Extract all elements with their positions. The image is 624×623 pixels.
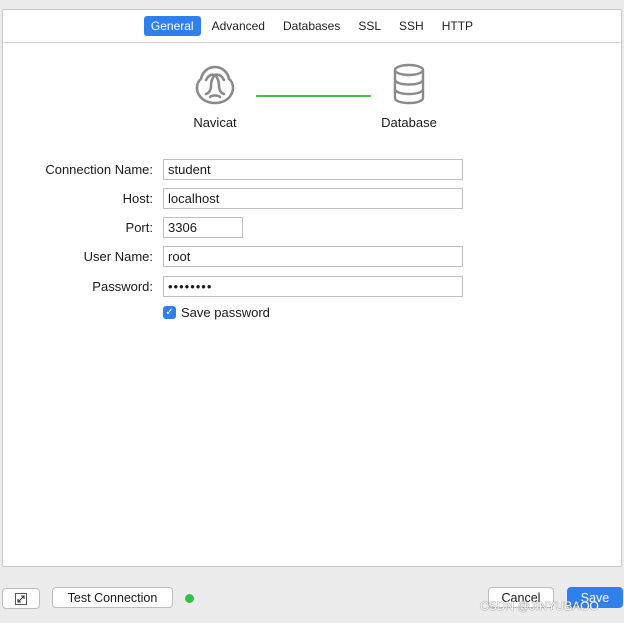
tab-ssh[interactable]: SSH — [392, 16, 431, 36]
expand-button[interactable] — [2, 588, 40, 609]
connection-name-row: Connection Name: — [3, 159, 621, 181]
user-name-input[interactable] — [163, 246, 463, 267]
port-row: Port: — [3, 217, 621, 239]
connection-name-input[interactable] — [163, 159, 463, 180]
user-name-label: User Name: — [83, 249, 153, 264]
connection-panel: General Advanced Databases SSL SSH HTTP … — [2, 9, 622, 567]
tab-advanced[interactable]: Advanced — [205, 16, 272, 36]
password-input[interactable] — [163, 276, 463, 297]
host-label: Host: — [122, 191, 153, 206]
tab-http[interactable]: HTTP — [435, 16, 480, 36]
navicat-node: Navicat — [165, 62, 265, 130]
cancel-button[interactable]: Cancel — [488, 587, 554, 608]
navicat-label: Navicat — [193, 115, 237, 130]
connection-name-label: Connection Name: — [45, 162, 153, 177]
save-button[interactable]: Save — [567, 587, 623, 608]
connection-status-indicator — [185, 594, 194, 603]
tab-ssl[interactable]: SSL — [351, 16, 388, 36]
test-connection-button[interactable]: Test Connection — [52, 587, 173, 608]
connection-diagram: Navicat Database — [3, 50, 621, 150]
tab-bar: General Advanced Databases SSL SSH HTTP — [3, 10, 621, 43]
database-node: Database — [359, 62, 459, 130]
password-row: Password: — [3, 276, 621, 298]
database-icon — [393, 63, 425, 105]
save-password-checkbox[interactable]: ✓ — [163, 306, 176, 319]
database-label: Database — [381, 115, 437, 130]
port-input[interactable] — [163, 217, 243, 238]
host-input[interactable] — [163, 188, 463, 209]
tab-databases[interactable]: Databases — [276, 16, 347, 36]
save-password-row[interactable]: ✓ Save password — [163, 305, 270, 320]
password-label: Password: — [92, 279, 153, 294]
connection-line — [256, 95, 371, 97]
expand-icon — [15, 592, 27, 605]
save-password-label: Save password — [181, 305, 270, 320]
tab-general[interactable]: General — [143, 16, 201, 36]
navicat-logo-icon — [195, 65, 235, 105]
user-name-row: User Name: — [3, 246, 621, 268]
host-row: Host: — [3, 188, 621, 210]
port-label: Port: — [125, 220, 153, 235]
